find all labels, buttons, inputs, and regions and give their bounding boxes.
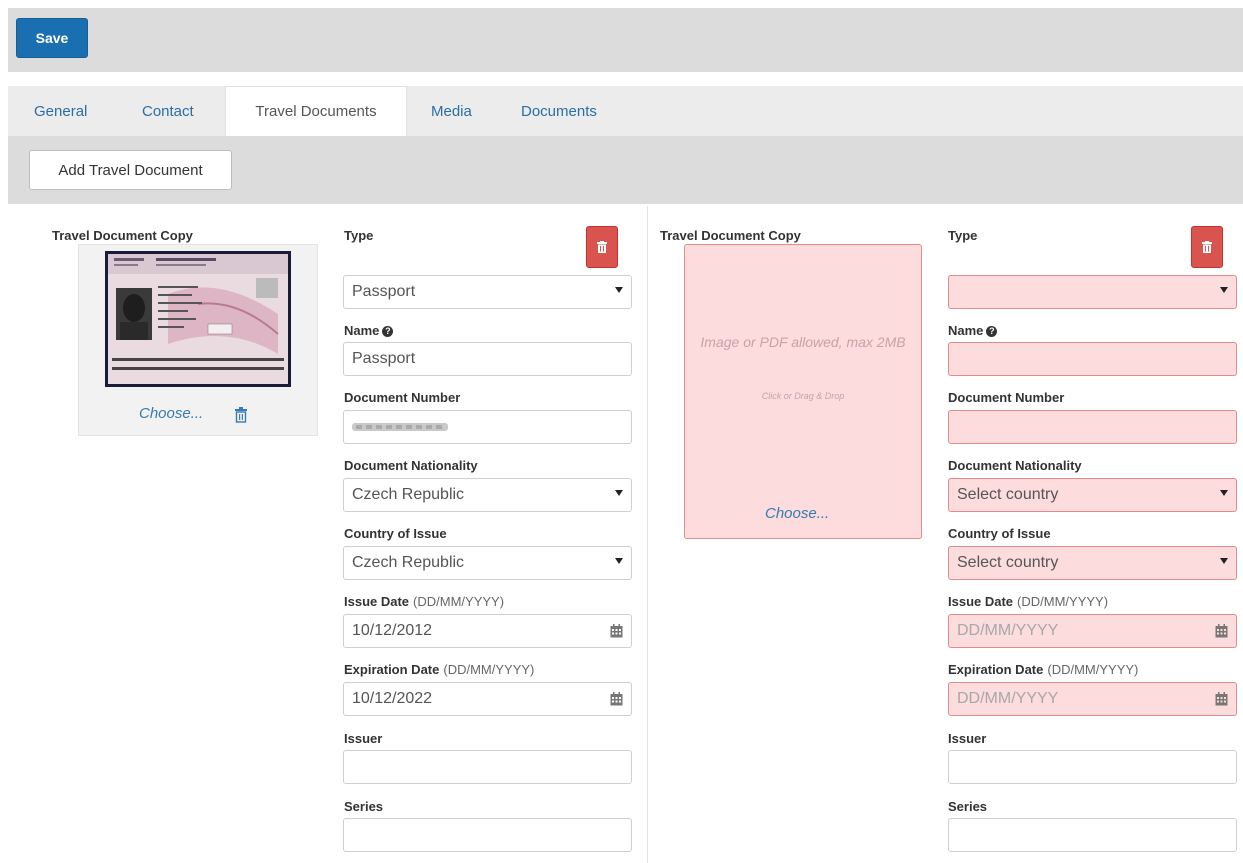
series-field-2[interactable] [948,818,1237,852]
expiration-date-field-2[interactable]: DD/MM/YYYY [948,682,1237,716]
series-label: Series [344,799,384,814]
expiration-date-label: Expiration Date (DD/MM/YYYY) [344,662,535,677]
issuer-label: Issuer [344,731,383,746]
document-nationality-select-2[interactable]: Select country [948,478,1237,512]
delete-document-button-2[interactable] [1191,226,1223,268]
name-label: Name? [344,323,394,338]
travel-document-copy-label-2: Travel Document Copy [660,228,801,243]
tab-bar: General Contact Travel Documents Media D… [8,86,1243,136]
issue-date-field[interactable]: 10/12/2012 [343,614,632,648]
calendar-icon[interactable] [1215,624,1228,638]
document-number-field[interactable] [343,410,632,444]
caret-down-icon [1220,287,1228,293]
country-of-issue-select[interactable]: Czech Republic [343,546,632,580]
calendar-icon[interactable] [610,624,623,638]
document-nationality-select[interactable]: Czech Republic [343,478,632,512]
name-field[interactable]: Passport [343,342,632,376]
issue-date-value: 10/12/2012 [352,622,433,639]
trash-icon [1202,241,1212,253]
document-copy-preview: Choose... [78,244,318,436]
issuer-field[interactable] [343,750,632,784]
toolbar: Save [8,8,1243,72]
document-number-label: Document Number [344,390,461,405]
type-select[interactable]: Passport [343,275,632,309]
country-issue-select-value: Czech Republic [352,554,465,571]
trash-icon[interactable] [234,407,248,423]
document-nationality-label: Document Nationality [344,458,478,473]
document-nationality-label-2: Document Nationality [948,458,1082,473]
tab-media[interactable]: Media [431,86,472,136]
type-label: Type [344,228,374,243]
help-icon[interactable]: ? [382,326,394,337]
expiration-date-label-2: Expiration Date (DD/MM/YYYY) [948,662,1139,677]
type-select-value: Passport [352,283,416,300]
country-of-issue-label: Country of Issue [344,526,447,541]
issue-date-field-2[interactable]: DD/MM/YYYY [948,614,1237,648]
country-of-issue-label-2: Country of Issue [948,526,1051,541]
caret-down-icon [615,558,623,564]
series-field[interactable] [343,818,632,852]
caret-down-icon [615,490,623,496]
name-field-2[interactable] [948,342,1237,376]
document-number-label-2: Document Number [948,390,1065,405]
delete-document-button[interactable] [586,226,618,268]
help-icon[interactable]: ? [986,326,998,337]
caret-down-icon [1220,490,1228,496]
choose-file-link-2[interactable]: Choose... [765,505,829,522]
file-drop-zone[interactable]: Image or PDF allowed, max 2MB Click or D… [684,244,922,539]
tab-documents[interactable]: Documents [521,86,597,136]
caret-down-icon [615,287,623,293]
issue-date-label-2: Issue Date (DD/MM/YYYY) [948,594,1109,609]
caret-down-icon [1220,558,1228,564]
calendar-icon[interactable] [1215,692,1228,706]
tab-travel-documents[interactable]: Travel Documents [225,86,407,136]
save-button[interactable]: Save [16,18,88,58]
blurred-document-number [352,423,448,431]
document-number-field-2[interactable] [948,410,1237,444]
expiration-date-field[interactable]: 10/12/2022 [343,682,632,716]
country-of-issue-select-2[interactable]: Select country [948,546,1237,580]
tab-general[interactable]: General [34,86,87,136]
nationality-select-placeholder: Select country [957,486,1059,503]
travel-document-copy-label: Travel Document Copy [52,228,193,243]
issue-date-label: Issue Date (DD/MM/YYYY) [344,594,505,609]
passport-image [105,251,291,387]
series-label-2: Series [948,799,988,814]
nationality-select-value: Czech Republic [352,486,465,503]
name-label-2: Name? [948,323,998,338]
type-select-2[interactable] [948,275,1237,309]
issuer-label-2: Issuer [948,731,987,746]
sub-toolbar: Add Travel Document [8,136,1243,204]
issuer-field-2[interactable] [948,750,1237,784]
expiration-date-value: 10/12/2022 [352,690,433,707]
country-issue-select-placeholder: Select country [957,554,1059,571]
add-travel-document-button[interactable]: Add Travel Document [29,150,232,190]
calendar-icon[interactable] [610,692,623,706]
drop-zone-hint: Image or PDF allowed, max 2MB [700,334,906,350]
column-divider [647,206,648,863]
issue-date-placeholder: DD/MM/YYYY [957,622,1059,639]
tab-contact[interactable]: Contact [142,86,194,136]
expiration-date-placeholder: DD/MM/YYYY [957,690,1059,707]
drop-zone-subhint: Click or Drag & Drop [761,391,845,401]
trash-icon [597,241,607,253]
choose-file-link[interactable]: Choose... [139,405,203,422]
type-label-2: Type [948,228,978,243]
